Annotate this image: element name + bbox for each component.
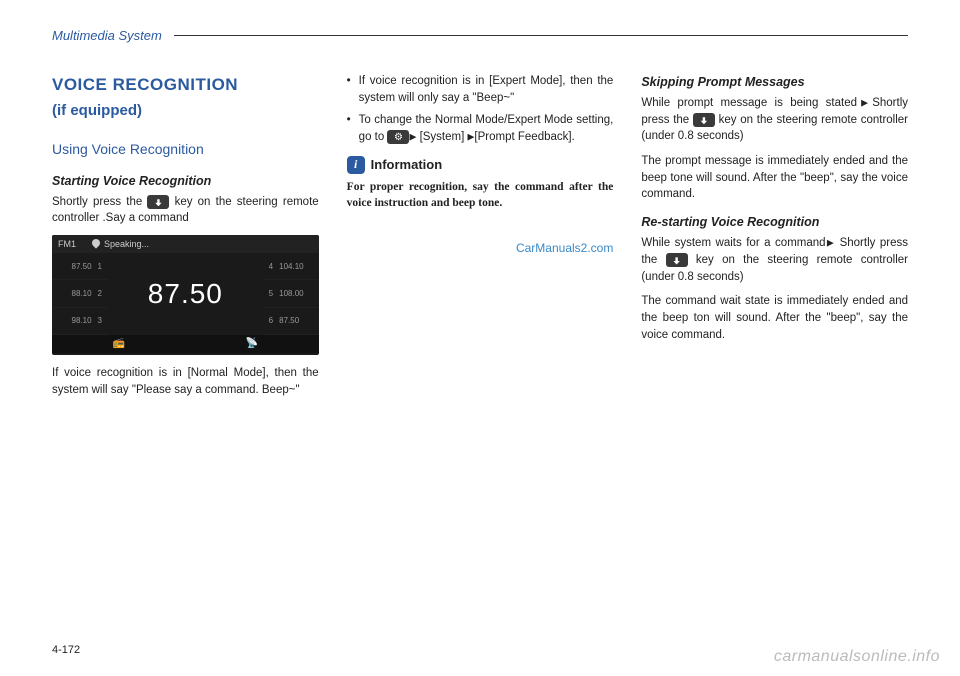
starting-paragraph-1: Shortly press the key on the steering re…	[52, 194, 319, 227]
skipping-p2: The prompt message is immediately ended …	[641, 153, 908, 203]
radio-bottombar: 📻 📡	[52, 335, 319, 353]
freq: 108.00	[279, 288, 303, 300]
bullet-marker: •	[347, 112, 359, 145]
preset: 4 104.10	[263, 253, 319, 280]
num: 1	[98, 261, 102, 273]
num: 2	[98, 288, 102, 300]
radio-big-freq: 87.50	[148, 274, 223, 315]
freq: 87.50	[72, 261, 92, 273]
skipping-p1: While prompt message is being stat­ed▶Sh…	[641, 95, 908, 145]
radio-status: Speaking...	[92, 238, 149, 251]
num: 3	[98, 315, 102, 327]
radio-topbar: FM1 Speaking...	[52, 235, 319, 253]
info-label: Information	[371, 156, 443, 175]
radio-band: FM1	[58, 238, 76, 251]
preset: 687.50	[263, 308, 319, 335]
voice-key-icon	[666, 253, 688, 267]
bullet-2: • To change the Normal Mode/Expert Mode …	[347, 112, 614, 145]
page-container: Multimedia System VOICE RECOGNITION (if …	[0, 0, 960, 676]
preset: 88.10 2	[52, 280, 108, 307]
radio-body: 87.50 1 88.10 2 98.10 3 87.50 4 104.10 5 108.…	[52, 253, 319, 335]
voice-key-icon	[147, 195, 169, 209]
info-icon: i	[347, 156, 365, 174]
freq: 104.10	[279, 261, 303, 273]
radio-screenshot: FM1 Speaking... 87.50 1 88.10 2 98.10 3 87.…	[52, 235, 319, 355]
freq: 98.10	[72, 315, 92, 327]
num: 6	[269, 315, 273, 327]
bullet-marker: •	[347, 73, 359, 106]
text: [System]	[416, 131, 467, 143]
radio-icon: 📡	[246, 337, 258, 352]
using-heading: Using Voice Recognition	[52, 139, 319, 159]
settings-key-icon	[387, 130, 409, 144]
column-1: VOICE RECOGNITION (if equipped) Using Vo…	[52, 73, 319, 407]
column-3: Skipping Prompt Messages While prompt me…	[641, 73, 908, 407]
triangle-icon: ▶	[826, 238, 836, 248]
restarting-p2: The command wait state is immedi­ately e…	[641, 293, 908, 343]
watermark-center: CarManuals2.com	[347, 240, 614, 257]
starting-paragraph-2: If voice recognition is in [Normal Mode]…	[52, 365, 319, 398]
radio-presets-right: 4104.10 5108.00 687.50	[263, 253, 319, 335]
bullet-1: • If voice recognition is in [Expert Mod…	[347, 73, 614, 106]
watermark-bottom: carmanualsonline.info	[774, 648, 940, 666]
information-heading: i Information	[347, 156, 614, 175]
bullet-text: To change the Normal Mode/Expert Mode se…	[359, 112, 614, 145]
page-number: 4-172	[52, 644, 80, 656]
speaking-icon	[90, 237, 101, 248]
skipping-title: Skipping Prompt Messages	[641, 73, 908, 91]
preset: 5 108.00	[263, 280, 319, 307]
text: [Prompt Feedback].	[474, 131, 574, 143]
starting-title: Starting Voice Recognition	[52, 172, 319, 190]
voice-key-icon	[693, 113, 715, 127]
sub-heading: (if equipped)	[52, 100, 319, 122]
text: While system waits for a command	[641, 237, 825, 249]
radio-center: 87.50	[108, 253, 263, 335]
preset: 87.50 1	[52, 253, 108, 280]
radio-icon: 📻	[112, 337, 124, 352]
column-2: • If voice recognition is in [Expert Mod…	[347, 73, 614, 407]
columns: VOICE RECOGNITION (if equipped) Using Vo…	[52, 73, 908, 407]
text: Shortly press the	[52, 196, 147, 208]
information-text: For proper recognition, say the com­mand…	[347, 179, 614, 212]
bullet-text: If voice recognition is in [Expert Mode]…	[359, 73, 614, 106]
num: 4	[269, 261, 273, 273]
preset: 98.10 3	[52, 308, 108, 335]
num: 5	[269, 288, 273, 300]
radio-status-text: Speaking...	[104, 239, 149, 249]
section-title: Multimedia System	[52, 28, 174, 43]
radio-presets-left: 87.50 1 88.10 2 98.10 3	[52, 253, 108, 335]
main-heading: VOICE RECOGNITION	[52, 73, 319, 98]
text: While prompt message is being stat­ed	[641, 97, 857, 109]
triangle-icon: ▶	[857, 98, 872, 108]
restarting-p1: While system waits for a command▶ Shortl…	[641, 235, 908, 285]
header-rule	[174, 35, 908, 36]
restarting-title: Re-starting Voice Recognition	[641, 213, 908, 231]
freq: 88.10	[72, 288, 92, 300]
page-header: Multimedia System	[52, 28, 908, 43]
freq: 87.50	[279, 315, 299, 327]
